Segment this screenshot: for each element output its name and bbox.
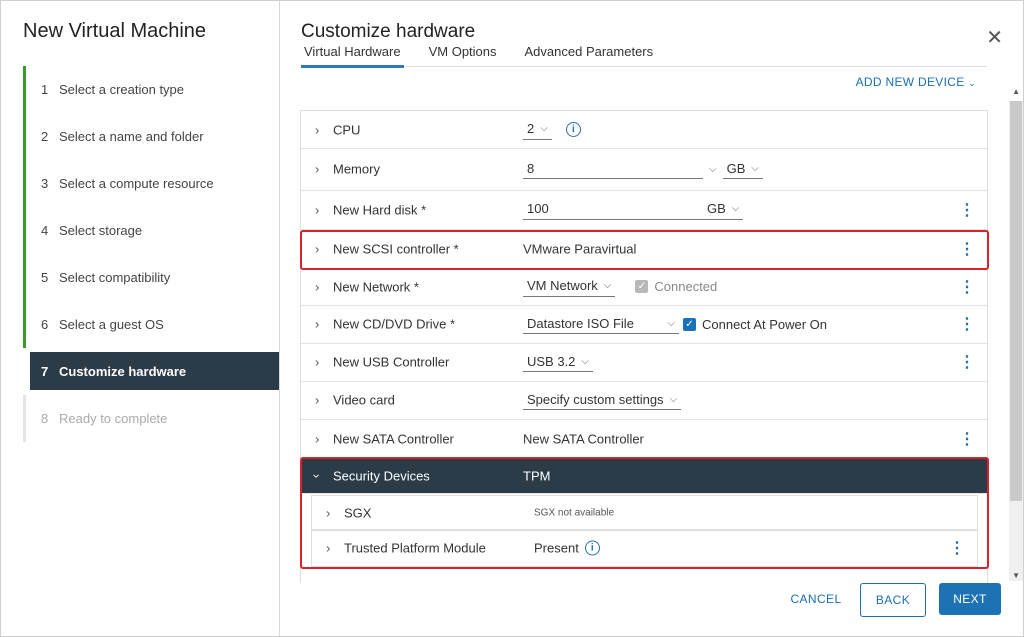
info-icon[interactable]: i xyxy=(584,540,600,556)
chevron-down-icon: ⌵ xyxy=(540,123,548,134)
step-3[interactable]: 3 Select a compute resource xyxy=(23,160,279,207)
tab-vm-options[interactable]: VM Options xyxy=(426,44,500,65)
row-memory[interactable]: › Memory 8 ⌵ GB ⌵ xyxy=(301,148,987,191)
row-sgx[interactable]: › SGX SGX not available xyxy=(311,495,978,531)
chevron-right-icon[interactable]: › xyxy=(315,393,319,408)
row-hard-disk[interactable]: › New Hard disk * 100 GB ⌵ ⋮ xyxy=(301,190,987,230)
more-vertical-icon[interactable]: ⋮ xyxy=(959,239,975,259)
row-trusted-platform-module[interactable]: › Trusted Platform Module Present i ⋮ xyxy=(311,529,978,567)
chevron-right-icon[interactable]: › xyxy=(315,202,319,217)
connected-checkbox[interactable]: ✓ xyxy=(635,280,649,293)
dialog: New Virtual Machine 1 Select a creation t… xyxy=(0,0,1024,637)
more-vertical-icon[interactable]: ⋮ xyxy=(959,352,975,372)
video-settings-select[interactable]: Specify custom settings ⌵ xyxy=(523,390,682,410)
scrollbar[interactable] xyxy=(1009,101,1023,581)
back-button[interactable]: BACK xyxy=(860,583,926,617)
chevron-right-icon[interactable]: › xyxy=(315,122,319,137)
row-network[interactable]: › New Network * VM Network ⌵ ✓ Connected … xyxy=(301,268,987,306)
add-new-device-button[interactable]: ADD NEW DEVICE ⌄ xyxy=(856,75,976,89)
memory-input[interactable]: 8 xyxy=(523,159,703,179)
step-1[interactable]: 1 Select a creation type xyxy=(23,66,279,113)
cpu-select[interactable]: 2 ⌵ xyxy=(523,120,552,140)
more-vertical-icon[interactable]: ⋮ xyxy=(959,429,975,449)
usb-version-select[interactable]: USB 3.2 ⌵ xyxy=(523,352,594,372)
hardware-table: › CPU 2 ⌵ i › Memory 8 ⌵ GB ⌵ › New Hard… xyxy=(300,110,988,583)
row-cd-dvd-drive[interactable]: › New CD/DVD Drive * Datastore ISO File ⌵… xyxy=(301,305,987,344)
tab-advanced-parameters[interactable]: Advanced Parameters xyxy=(522,44,657,65)
chevron-down-icon: ⌵ xyxy=(667,317,675,329)
chevron-right-icon[interactable]: › xyxy=(315,317,319,332)
row-cpu[interactable]: › CPU 2 ⌵ i xyxy=(301,111,987,149)
row-video-card[interactable]: › Video card Specify custom settings ⌵ xyxy=(301,381,987,420)
chevron-right-icon[interactable]: › xyxy=(315,355,319,370)
more-vertical-icon[interactable]: ⋮ xyxy=(959,314,975,334)
more-vertical-icon[interactable]: ⋮ xyxy=(949,538,965,558)
step-6[interactable]: 6 Select a guest OS xyxy=(23,301,279,348)
memory-unit-select[interactable]: GB ⌵ xyxy=(722,159,763,179)
chevron-right-icon[interactable]: › xyxy=(315,431,319,446)
step-7-active[interactable]: 7 Customize hardware xyxy=(30,352,279,390)
more-vertical-icon[interactable]: ⋮ xyxy=(959,200,975,220)
row-security-devices[interactable]: › Security Devices TPM xyxy=(301,458,987,494)
chevron-right-icon[interactable]: › xyxy=(315,279,319,294)
tab-virtual-hardware[interactable]: Virtual Hardware xyxy=(301,44,404,68)
step-2[interactable]: 2 Select a name and folder xyxy=(23,113,279,160)
wizard-sidebar: New Virtual Machine 1 Select a creation t… xyxy=(1,1,280,636)
chevron-right-icon[interactable]: › xyxy=(315,241,319,256)
scroll-down-icon[interactable]: ▼ xyxy=(1012,571,1020,580)
cd-dvd-media-select[interactable]: Datastore ISO File ⌵ xyxy=(523,314,679,334)
network-select[interactable]: VM Network ⌵ xyxy=(523,277,616,297)
connect-at-power-on-checkbox[interactable]: ✓ xyxy=(683,317,696,331)
row-usb-controller[interactable]: › New USB Controller USB 3.2 ⌵ ⋮ xyxy=(301,343,987,382)
cancel-button[interactable]: CANCEL xyxy=(774,583,858,615)
chevron-down-icon: ⌵ xyxy=(669,393,678,405)
disk-size-input[interactable]: 100 xyxy=(523,200,703,220)
chevron-down-icon: ⌵ xyxy=(731,203,740,214)
chevron-down-icon: ⌵ xyxy=(751,162,759,174)
chevron-right-icon[interactable]: › xyxy=(326,506,330,521)
wizard-steps: 1 Select a creation type 2 Select a name a… xyxy=(23,66,279,442)
chevron-right-icon[interactable]: › xyxy=(315,162,319,177)
chevron-down-icon: ⌵ xyxy=(581,355,590,367)
more-vertical-icon[interactable]: ⋮ xyxy=(959,277,975,297)
page-title: Customize hardware xyxy=(301,21,476,42)
info-icon[interactable]: i xyxy=(565,122,581,137)
row-scsi-controller[interactable]: › New SCSI controller * VMware Paravirtu… xyxy=(301,229,987,269)
content-pane: Customize hardware ✕ Virtual Hardware VM… xyxy=(280,1,1023,636)
close-icon[interactable]: ✕ xyxy=(986,25,1003,50)
step-5[interactable]: 5 Select compatibility xyxy=(23,254,279,301)
row-sata-controller[interactable]: › New SATA Controller New SATA Controlle… xyxy=(301,419,987,459)
scroll-up-icon[interactable]: ▲ xyxy=(1012,87,1020,96)
disk-unit-select[interactable]: GB ⌵ xyxy=(703,200,744,220)
chevron-down-icon: ⌄ xyxy=(968,78,976,88)
chevron-down-icon: ⌵ xyxy=(603,280,612,291)
chevron-right-icon[interactable]: › xyxy=(326,541,330,556)
chevron-down-icon[interactable]: ⌵ xyxy=(709,164,717,175)
step-8: 8 Ready to complete xyxy=(23,395,279,442)
tab-bar: Virtual Hardware VM Options Advanced Par… xyxy=(301,44,987,68)
wizard-title: New Virtual Machine xyxy=(23,20,207,42)
next-button[interactable]: NEXT xyxy=(939,583,1001,615)
step-4[interactable]: 4 Select storage xyxy=(23,207,279,254)
scrollbar-thumb[interactable] xyxy=(1010,101,1022,501)
chevron-down-icon[interactable]: › xyxy=(310,473,325,477)
